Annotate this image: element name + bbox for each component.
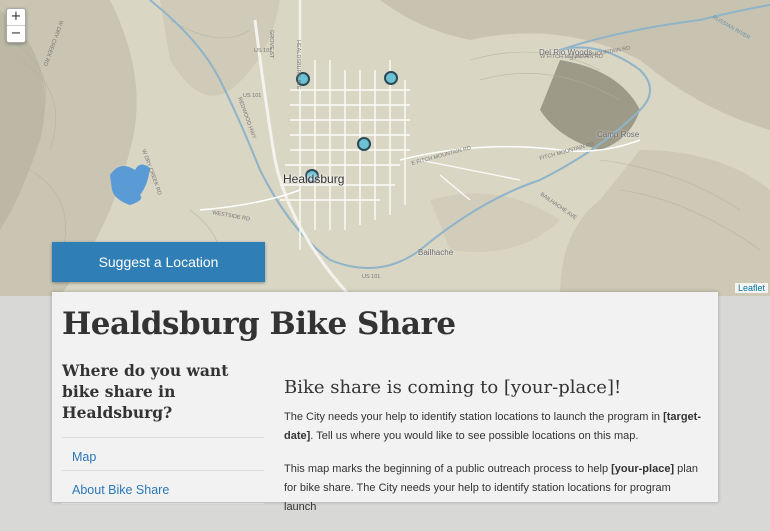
sidebar: Where do you want bike share in Healdsbu… [62, 360, 264, 504]
road-label: HEALDSBURG AVE [295, 40, 301, 90]
zoom-out-button[interactable]: − [7, 25, 25, 42]
road-label: GROVE ST [268, 30, 274, 59]
road-label: US 101 [243, 93, 261, 99]
paragraph-text: The City needs your help to identify sta… [284, 411, 664, 423]
intro-paragraph: The City needs your help to identify sta… [284, 408, 704, 446]
suggest-location-button[interactable]: Suggest a Location [52, 242, 265, 282]
station-marker[interactable] [384, 71, 398, 85]
place-label: Del Rio Woods [539, 48, 593, 57]
page-title: Healdsburg Bike Share [62, 306, 456, 342]
place-label: Bailhache [418, 248, 454, 257]
paragraph-text: This map marks the beginning of a public… [284, 463, 612, 475]
sidebar-heading: Where do you want bike share in Healdsbu… [62, 361, 229, 422]
paragraph-text: . Tell us where you would like to see po… [310, 430, 639, 442]
zoom-control: + − [6, 8, 26, 43]
main-content: Bike share is coming to [your-place]! Th… [284, 377, 704, 531]
road-label: US 101 [362, 274, 380, 280]
placeholder-text: [your-place] [611, 463, 675, 475]
leaflet-attribution-link[interactable]: Leaflet [734, 283, 768, 293]
town-label: Healdsburg [283, 172, 345, 186]
place-label: Camp Rose [597, 130, 640, 139]
station-marker[interactable] [357, 137, 371, 151]
outreach-paragraph: This map marks the beginning of a public… [284, 460, 704, 517]
nav-link-map[interactable]: Map [62, 438, 264, 471]
info-panel: Healdsburg Bike Share Where do you want … [52, 292, 718, 513]
content-heading: Bike share is coming to [your-place]! [284, 377, 622, 398]
zoom-in-button[interactable]: + [7, 9, 25, 25]
sidebar-nav: Map About Bike Share [62, 437, 264, 504]
nav-link-about-bike-share[interactable]: About Bike Share [62, 471, 264, 504]
